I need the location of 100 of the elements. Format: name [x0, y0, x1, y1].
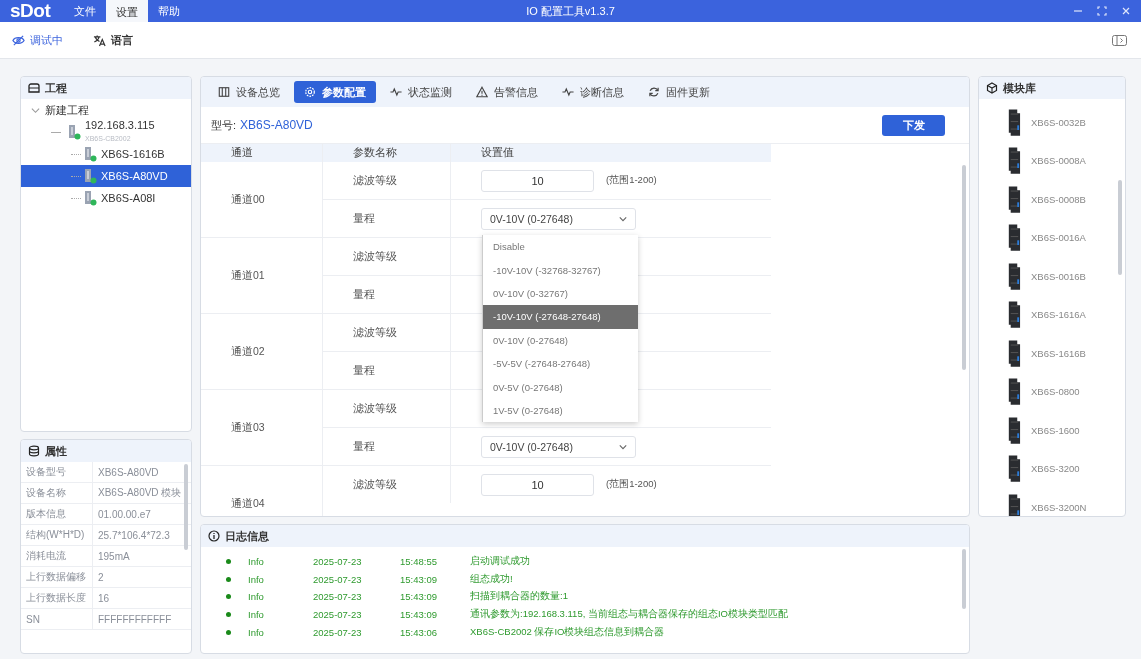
param-name: 量程: [323, 428, 451, 465]
tab[interactable]: 告警信息: [466, 81, 548, 103]
log-message: 组态成功!: [470, 572, 514, 586]
scrollbar[interactable]: [1118, 180, 1122, 275]
tree-item[interactable]: XB6S-A08I: [21, 187, 191, 209]
module-item[interactable]: XB6S-1616B: [979, 334, 1125, 373]
close-icon[interactable]: [1121, 6, 1131, 16]
property-value: FFFFFFFFFFFF: [93, 609, 191, 630]
refresh-icon: [648, 86, 660, 98]
tree-label: XB6S-1616B: [101, 148, 165, 160]
channel-cell: 通道01: [201, 238, 323, 313]
dropdown-option[interactable]: -5V-5V (-27648-27648): [483, 351, 638, 376]
property-label: SN: [21, 609, 93, 630]
log-message: 扫描到耦合器的数量:1: [470, 590, 569, 604]
log-date: 2025-07-23: [313, 556, 363, 568]
module-icon: [1006, 377, 1021, 407]
chevron-down-icon: [31, 105, 40, 115]
channel-cell: 通道03: [201, 390, 323, 465]
property-label: 结构(W*H*D): [21, 525, 93, 546]
device-icon: [67, 124, 81, 140]
module-icon: [1006, 338, 1021, 368]
toolbar-button[interactable]: 调试中: [6, 31, 69, 49]
module-icon: [1006, 107, 1021, 137]
log-time: 15:43:09: [400, 591, 438, 603]
log-date: 2025-07-23: [313, 626, 363, 638]
module-item[interactable]: XB6S-0032B: [979, 103, 1125, 142]
menu-item[interactable]: 帮助: [148, 0, 191, 22]
scrollbar[interactable]: [184, 464, 188, 550]
panel-title: 属性: [45, 443, 67, 459]
module-item[interactable]: XB6S-3200: [979, 449, 1125, 488]
module-icon: [1006, 261, 1021, 291]
pulse-icon: [562, 86, 574, 98]
module-item[interactable]: XB6S-0016A: [979, 218, 1125, 257]
sidebar-toggle-icon[interactable]: [1112, 34, 1127, 46]
device-icon: [83, 190, 97, 206]
tab[interactable]: 参数配置: [294, 81, 376, 103]
log-message: XB6S-CB2002 保存IO模块组态信息到耦合器: [470, 625, 666, 639]
module-item[interactable]: XB6S-1616A: [979, 295, 1125, 334]
property-label: 设备型号: [21, 462, 93, 483]
database-icon: [28, 445, 40, 457]
tree-label: XB6S-A80VD: [101, 170, 168, 182]
toolbar-button[interactable]: 语言: [87, 31, 139, 49]
log-level: Info: [248, 573, 265, 585]
module-icon: [1006, 415, 1021, 445]
tab[interactable]: 状态监测: [380, 81, 462, 103]
module-icon: [1006, 184, 1021, 214]
dropdown-option[interactable]: -10V-10V (-27648-27648): [483, 305, 638, 329]
param-name: 量程: [323, 200, 451, 237]
module-item[interactable]: XB6S-3200N: [979, 488, 1125, 516]
menu-item[interactable]: 设置: [106, 0, 149, 22]
column-header: 设置值: [480, 145, 515, 160]
module-item[interactable]: XB6S-1600: [979, 411, 1125, 450]
dropdown-option[interactable]: Disable: [483, 235, 638, 259]
tree-item[interactable]: 新建工程: [21, 99, 191, 121]
log-date: 2025-07-23: [313, 591, 363, 603]
param-name: 滤波等级: [323, 162, 451, 199]
status-dot: [226, 612, 231, 618]
maximize-icon[interactable]: [1097, 6, 1107, 16]
property-value: 2: [93, 567, 191, 588]
channel-cell: 通道02: [201, 314, 323, 389]
log-message: 通讯参数为:192.168.3.115, 当前组态与耦合器保存的组态IO模块类型匹配: [470, 608, 789, 622]
number-field[interactable]: 10: [481, 473, 594, 496]
property-label: 设备名称: [21, 483, 93, 504]
module-item[interactable]: XB6S-0800: [979, 372, 1125, 411]
scrollbar[interactable]: [962, 549, 966, 609]
module-icon: [1006, 146, 1021, 176]
log-level: Info: [248, 626, 265, 638]
dropdown-option[interactable]: 1V-5V (0-27648): [483, 398, 638, 423]
module-item[interactable]: XB6S-0008B: [979, 180, 1125, 219]
panel-title: 模块库: [1003, 80, 1036, 96]
tab[interactable]: 诊断信息: [552, 81, 634, 103]
download-button[interactable]: 下发: [882, 114, 945, 136]
param-name: 量程: [323, 276, 451, 313]
menu-item[interactable]: 文件: [64, 0, 107, 22]
tab[interactable]: 固件更新: [638, 81, 720, 103]
range-select[interactable]: 0V-10V (0-27648): [481, 207, 636, 230]
columns-icon: [218, 86, 230, 98]
column-header: 参数名称: [323, 144, 451, 162]
log-level: Info: [248, 556, 265, 568]
module-item[interactable]: XB6S-0016B: [979, 257, 1125, 296]
module-item[interactable]: XB6S-0008A: [979, 141, 1125, 180]
tree-item[interactable]: XB6S-A80VD: [21, 165, 191, 187]
param-name: 滤波等级: [323, 238, 451, 275]
chevron-down-icon: [619, 214, 627, 223]
dropdown-option[interactable]: 0V-5V (0-27648): [483, 375, 638, 399]
range-select[interactable]: 0V-10V (0-27648): [481, 435, 636, 458]
log-message: 启动调试成功: [470, 555, 531, 569]
number-field[interactable]: 10: [481, 169, 594, 192]
dropdown-option[interactable]: -10V-10V (-32768-32767): [483, 258, 638, 282]
param-name: 滤波等级: [323, 466, 451, 503]
dropdown-option[interactable]: 0V-10V (0-27648): [483, 328, 638, 352]
property-value: 16: [93, 588, 191, 609]
dropdown-option[interactable]: 0V-10V (0-32767): [483, 281, 638, 306]
channel-cell: 通道00: [201, 162, 323, 237]
status-dot: [226, 594, 231, 600]
scrollbar[interactable]: [962, 165, 966, 370]
tree-item[interactable]: XB6S-1616B: [21, 143, 191, 165]
info-icon: [208, 530, 220, 542]
device-icon: [83, 168, 97, 184]
tab[interactable]: 设备总览: [208, 81, 290, 103]
